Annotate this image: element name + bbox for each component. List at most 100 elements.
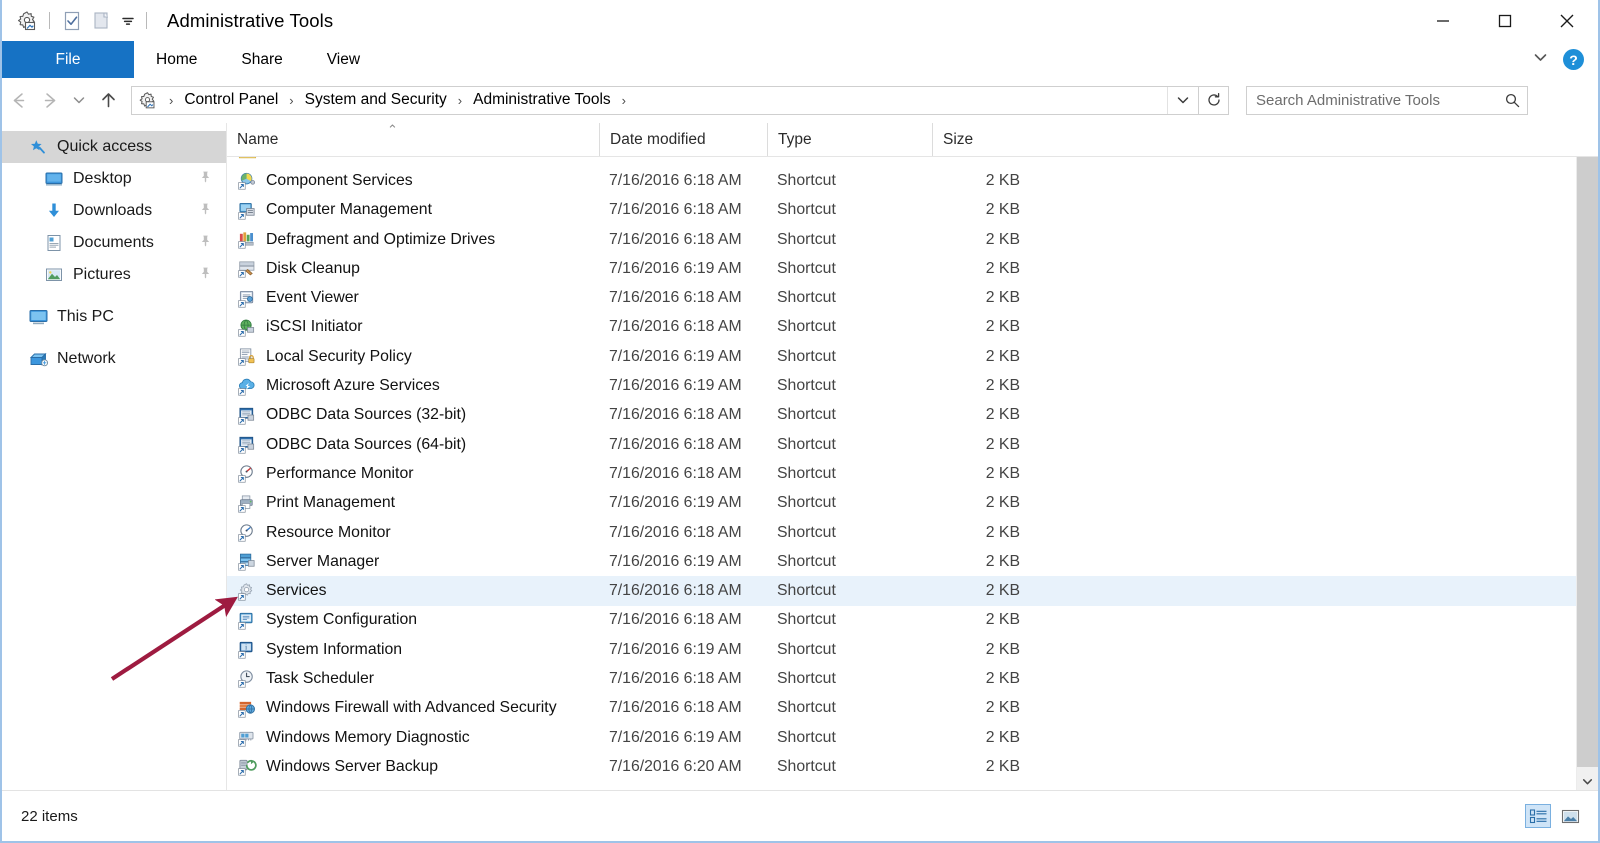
admin-tools-icon[interactable] xyxy=(12,6,42,36)
breadcrumb-separator[interactable]: › xyxy=(162,93,180,108)
column-header-name[interactable]: Name ⌃ xyxy=(227,123,599,156)
scrollbar-thumb[interactable] xyxy=(1577,149,1598,767)
sort-ascending-icon: ⌃ xyxy=(387,123,398,137)
table-row[interactable]: Resource Monitor7/16/2016 6:18 AMShortcu… xyxy=(227,518,1598,547)
file-name-cell: System Configuration xyxy=(227,610,599,630)
table-row[interactable]: System Configuration7/16/2016 6:18 AMSho… xyxy=(227,606,1598,635)
table-row[interactable]: Windows Server Backup7/16/2016 6:20 AMSh… xyxy=(227,752,1598,781)
table-row[interactable]: Event Viewer7/16/2016 6:18 AMShortcut2 K… xyxy=(227,283,1598,312)
breadcrumb-system-and-security[interactable]: System and Security xyxy=(301,91,451,109)
refresh-button[interactable] xyxy=(1199,86,1229,115)
close-button[interactable] xyxy=(1536,0,1598,41)
details-view-button[interactable] xyxy=(1525,804,1551,828)
component-icon xyxy=(237,171,257,191)
sidebar-item-label: Documents xyxy=(73,234,154,252)
pin-icon[interactable] xyxy=(199,234,212,252)
file-date-cell: 7/16/2016 6:18 AM xyxy=(599,524,767,542)
address-dropdown-icon[interactable] xyxy=(1167,87,1198,114)
file-date-cell: 7/16/2016 6:18 AM xyxy=(599,611,767,629)
pin-icon[interactable] xyxy=(199,202,212,220)
recent-locations-icon[interactable] xyxy=(66,85,92,115)
column-header-date-modified[interactable]: Date modified xyxy=(599,123,767,156)
forward-button[interactable] xyxy=(34,85,66,115)
properties-icon[interactable] xyxy=(57,6,87,36)
svg-text:i: i xyxy=(245,644,247,652)
tab-share[interactable]: Share xyxy=(219,41,304,78)
scroll-down-icon[interactable] xyxy=(1577,771,1598,791)
table-row[interactable]: Component Services7/16/2016 6:18 AMShort… xyxy=(227,166,1598,195)
breadcrumb-separator[interactable]: › xyxy=(282,93,300,108)
scrollbar-track[interactable] xyxy=(1577,143,1598,771)
file-date-cell: 7/16/2016 6:18 AM xyxy=(599,201,767,219)
column-header-size[interactable]: Size xyxy=(932,123,1042,156)
table-row[interactable]: Task Scheduler7/16/2016 6:18 AMShortcut2… xyxy=(227,664,1598,693)
maximize-button[interactable] xyxy=(1474,0,1536,41)
column-header-type[interactable]: Type xyxy=(767,123,932,156)
vertical-scrollbar[interactable] xyxy=(1576,123,1598,791)
pin-icon[interactable] xyxy=(199,170,212,188)
minimize-button[interactable] xyxy=(1412,0,1474,41)
table-row[interactable]: Print Management7/16/2016 6:19 AMShortcu… xyxy=(227,489,1598,518)
file-name-cell: ODBC Data Sources (64-bit) xyxy=(227,435,599,455)
table-row[interactable]: ODBC Data Sources (32-bit)7/16/2016 6:18… xyxy=(227,401,1598,430)
msconfig-icon xyxy=(237,610,257,630)
table-row[interactable]: Disk Cleanup7/16/2016 6:19 AMShortcut2 K… xyxy=(227,254,1598,283)
firewall-icon xyxy=(237,698,257,718)
table-row[interactable]: Local Security Policy7/16/2016 6:19 AMSh… xyxy=(227,342,1598,371)
file-date-cell: 7/16/2016 6:18 AM xyxy=(599,436,767,454)
address-bar[interactable]: › Control Panel › System and Security › … xyxy=(131,86,1199,115)
tab-home[interactable]: Home xyxy=(134,41,219,78)
tab-file[interactable]: File xyxy=(2,41,134,78)
sidebar-item-desktop[interactable]: Desktop xyxy=(2,163,226,195)
new-folder-icon[interactable] xyxy=(87,6,117,36)
table-row[interactable]: Microsoft Azure Services7/16/2016 6:19 A… xyxy=(227,371,1598,400)
file-name-label: Event Viewer xyxy=(266,289,359,307)
table-row[interactable]: Performance Monitor7/16/2016 6:18 AMShor… xyxy=(227,459,1598,488)
table-row[interactable]: Windows Firewall with Advanced Security7… xyxy=(227,694,1598,723)
file-name-cell: iSystem Information xyxy=(227,640,599,660)
table-row[interactable]: Computer Management7/16/2016 6:18 AMShor… xyxy=(227,196,1598,225)
expand-ribbon-chevron-icon[interactable] xyxy=(1532,49,1549,71)
table-row[interactable]: Defragment and Optimize Drives7/16/2016 … xyxy=(227,225,1598,254)
tab-view[interactable]: View xyxy=(305,41,382,78)
file-size-cell: 2 KB xyxy=(932,729,1042,747)
file-name-cell: Server Manager xyxy=(227,552,599,572)
sidebar-item-downloads[interactable]: Downloads xyxy=(2,195,226,227)
file-name-cell: Event Viewer xyxy=(227,288,599,308)
breadcrumb-separator[interactable]: › xyxy=(451,93,469,108)
table-row[interactable]: iSCSI Initiator7/16/2016 6:18 AMShortcut… xyxy=(227,313,1598,342)
file-date-cell: 7/16/2016 6:19 AM xyxy=(599,641,767,659)
table-row[interactable]: Services7/16/2016 6:18 AMShortcut2 KB xyxy=(227,576,1598,605)
file-date-cell: 7/16/2016 6:18 AM xyxy=(599,172,767,190)
file-name-cell: Performance Monitor xyxy=(227,464,599,484)
perfmon-icon xyxy=(237,464,257,484)
sidebar-item-documents[interactable]: Documents xyxy=(2,227,226,259)
file-size-cell: 2 KB xyxy=(932,260,1042,278)
file-date-cell: 7/16/2016 6:19 AM xyxy=(599,494,767,512)
breadcrumb-administrative-tools[interactable]: Administrative Tools xyxy=(469,91,615,109)
large-icons-view-button[interactable] xyxy=(1557,804,1583,828)
sidebar-item-network[interactable]: Network xyxy=(2,343,226,375)
table-row[interactable]: Windows Memory Diagnostic7/16/2016 6:19 … xyxy=(227,723,1598,752)
file-type-cell: Shortcut xyxy=(767,582,932,600)
file-date-cell: 7/16/2016 6:18 AM xyxy=(599,670,767,688)
file-name-label: Services xyxy=(266,582,327,600)
search-input[interactable] xyxy=(1247,91,1497,110)
breadcrumb-separator[interactable]: › xyxy=(615,93,633,108)
pin-icon[interactable] xyxy=(199,266,212,284)
back-button[interactable] xyxy=(2,85,34,115)
sidebar-item-pictures[interactable]: Pictures xyxy=(2,259,226,291)
help-icon[interactable]: ? xyxy=(1563,49,1584,70)
table-row[interactable]: Server Manager7/16/2016 6:19 AMShortcut2… xyxy=(227,547,1598,576)
file-name-label: Local Security Policy xyxy=(266,348,412,366)
sidebar-item-this-pc[interactable]: This PC xyxy=(2,301,226,333)
file-size-cell: 2 KB xyxy=(932,348,1042,366)
sidebar-item-quick-access[interactable]: Quick access xyxy=(2,131,226,163)
search-icon[interactable] xyxy=(1497,92,1527,109)
customize-qat-caret-icon[interactable] xyxy=(117,6,139,36)
up-button[interactable] xyxy=(92,85,124,115)
search-box[interactable] xyxy=(1246,86,1528,115)
table-row[interactable]: iSystem Information7/16/2016 6:19 AMShor… xyxy=(227,635,1598,664)
breadcrumb-control-panel[interactable]: Control Panel xyxy=(180,91,282,109)
table-row[interactable]: ODBC Data Sources (64-bit)7/16/2016 6:18… xyxy=(227,430,1598,459)
